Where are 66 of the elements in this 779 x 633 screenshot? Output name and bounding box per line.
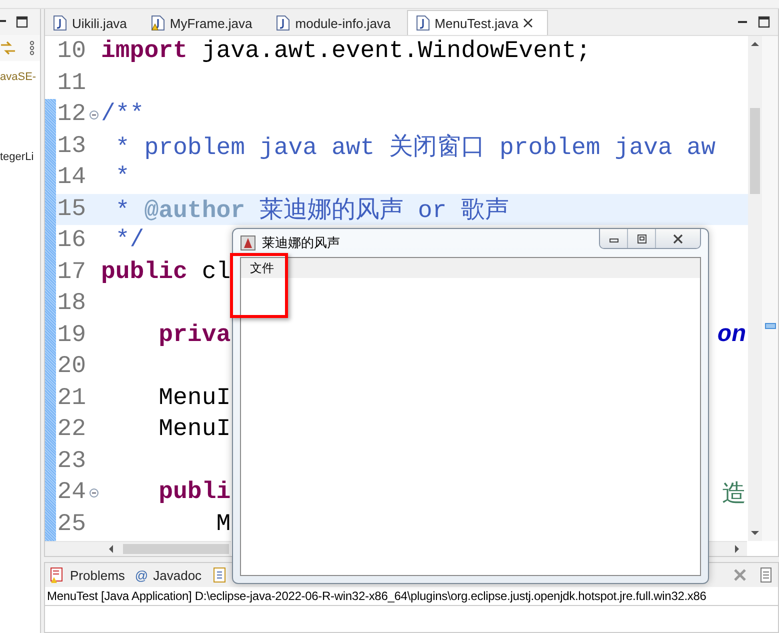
line-number: 23	[56, 448, 87, 475]
code-line: M	[215, 510, 231, 538]
collapse-icon[interactable]	[89, 110, 99, 120]
view-tab[interactable]: Problems	[49, 567, 125, 583]
highlight-box	[230, 253, 288, 318]
line-number: 16	[56, 227, 87, 254]
scrollbar-thumb[interactable]	[123, 544, 229, 554]
at-icon: @	[134, 568, 148, 582]
line-number: 18	[56, 290, 87, 318]
code-text: on	[717, 322, 746, 349]
close-icon[interactable]	[523, 18, 534, 28]
line-number: 19	[56, 322, 87, 349]
close-button[interactable]	[656, 229, 700, 248]
line-number: 22	[56, 416, 87, 444]
line-number: 25	[56, 510, 87, 538]
code-line: priva	[158, 322, 231, 349]
line-number: 20	[56, 353, 87, 380]
collapse-icon[interactable]	[89, 488, 99, 498]
menu-item[interactable]: 文件	[247, 260, 277, 276]
line-number: 24	[56, 479, 87, 506]
code-line: *	[114, 164, 130, 192]
scroll-left-icon[interactable]	[107, 545, 115, 553]
scroll-up-icon[interactable]	[751, 40, 759, 48]
horizontal-scrollbar[interactable]	[45, 541, 231, 556]
line-number: 21	[56, 384, 87, 412]
editor-tab[interactable]: MyFrame.java	[142, 11, 266, 35]
scroll-right-icon	[733, 545, 741, 553]
document-icon[interactable]	[758, 567, 774, 583]
window-title: 莱迪娜的风声	[262, 235, 340, 252]
declaration-icon[interactable]	[212, 567, 228, 583]
minimize-button[interactable]	[600, 229, 628, 248]
overview-marker[interactable]	[765, 323, 776, 329]
line-number: 11	[56, 70, 87, 97]
code-line: publi	[158, 479, 231, 506]
line-number: 12	[56, 101, 87, 128]
code-line: MenuI	[158, 384, 231, 412]
code-line: * problem java awt 关闭窗口 problem java aw	[114, 132, 716, 162]
view-tab[interactable]: @ Javadoc	[134, 568, 202, 582]
maximize-button[interactable]	[628, 229, 656, 248]
line-number: 15	[56, 196, 87, 223]
code-line: import java.awt.event.WindowEvent;	[101, 38, 591, 66]
maximize-icon	[636, 234, 646, 244]
code-line: * @author 莱迪娜的风声 or 歌声	[114, 196, 510, 226]
tree-item[interactable]: avaSE-	[0, 71, 36, 151]
code-line: */	[114, 227, 144, 254]
code-line: public cl	[101, 258, 231, 286]
editor-tab[interactable]: module-info.java	[268, 11, 405, 35]
java-app-icon	[240, 235, 256, 251]
code-line: MenuI	[158, 416, 231, 444]
close-icon	[673, 234, 683, 244]
scrollbar-thumb[interactable]	[750, 108, 760, 194]
line-number: 17	[56, 258, 87, 286]
code-line: /**	[101, 101, 144, 128]
line-number: 14	[56, 164, 87, 192]
code-text: 造	[722, 478, 746, 509]
editor-tab[interactable]: MenuTest.java	[406, 10, 548, 35]
scroll-right-button[interactable]	[709, 541, 747, 556]
maximize-icon[interactable]	[758, 16, 770, 28]
maximize-icon[interactable]	[16, 16, 28, 28]
line-number: 10	[56, 38, 87, 66]
problems-icon	[49, 567, 65, 583]
scroll-down-icon[interactable]	[751, 529, 759, 537]
line-number: 13	[56, 132, 87, 160]
editor-tab[interactable]: Uikili.java	[45, 11, 141, 35]
tree-item[interactable]: tegerLi	[0, 151, 34, 163]
vertical-scrollbar[interactable]	[748, 36, 762, 541]
